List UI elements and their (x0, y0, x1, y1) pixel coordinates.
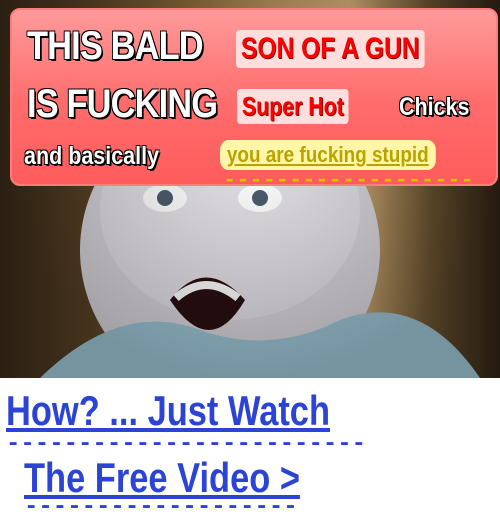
headline-line2-red: Super Hot (237, 89, 349, 124)
headline-line1-white: THIS BALD (27, 24, 204, 68)
headline-line3-white: and basically (24, 142, 160, 170)
cta-dashes-line2: ------------------- (24, 496, 298, 520)
headline-line1-red: SON OF A GUN (236, 30, 425, 68)
cta-link-line1[interactable]: How? ... Just Watch (6, 390, 330, 432)
cta-link-line2[interactable]: The Free Video > (24, 457, 300, 499)
yellow-dash-underline: ------------------- (223, 170, 474, 192)
headline-line2-white: IS FUCKING (27, 82, 218, 126)
headline-line2-tail: Chicks (399, 93, 470, 121)
headline-line3-yellow: you are fucking stupid (220, 140, 436, 170)
